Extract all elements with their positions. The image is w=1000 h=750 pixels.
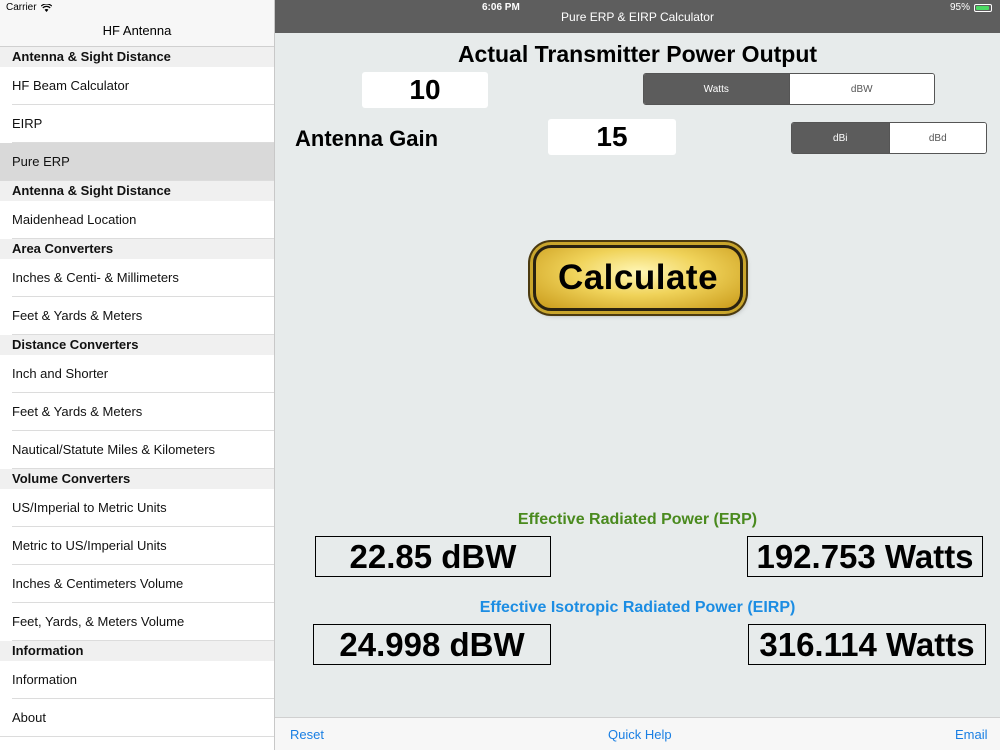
antenna-gain-label: Antenna Gain [295,126,439,151]
bottom-toolbar: Reset Quick Help Email [275,717,1000,750]
email-button[interactable]: Email [955,727,988,742]
eirp-watts-value: 316.114 Watts [748,624,986,665]
battery-indicator: 95% [950,2,992,13]
unit-watts-button[interactable]: Watts [644,74,789,104]
section-header-volume-converters: Volume Converters [0,469,274,489]
power-input[interactable] [362,72,488,108]
sidebar-item-inches-cm-volume[interactable]: Inches & Centimeters Volume [0,565,274,603]
antenna-gain-input[interactable] [548,119,676,155]
sidebar-item-hf-beam-calculator[interactable]: HF Beam Calculator [0,67,274,105]
calculate-label: Calculate [557,258,719,297]
wifi-icon [40,3,52,12]
calculate-button[interactable]: Calculate [533,245,743,311]
sidebar-item-information[interactable]: Information [0,661,274,699]
sidebar-item-nautical-miles[interactable]: Nautical/Statute Miles & Kilometers [0,431,274,469]
sidebar-item-area-inches[interactable]: Inches & Centi- & Millimeters [0,259,274,297]
eirp-title: Effective Isotropic Radiated Power (EIRP… [479,599,796,616]
sidebar-item-metric-to-us[interactable]: Metric to US/Imperial Units [0,527,274,565]
erp-dbw-value: 22.85 dBW [315,536,551,577]
status-time: 6:06 PM [482,2,520,13]
sidebar-title: HF Antenna [102,23,172,38]
battery-icon [974,3,992,12]
erp-title: Effective Radiated Power (ERP) [517,511,758,528]
sidebar-item-distance-feet[interactable]: Feet & Yards & Meters [0,393,274,431]
erp-watts-value: 192.753 Watts [747,536,983,577]
sidebar-item-eirp[interactable]: EIRP [0,105,274,143]
sidebar-item-feet-yards-meters-volume[interactable]: Feet, Yards, & Meters Volume [0,603,274,641]
sidebar-item-us-to-metric[interactable]: US/Imperial to Metric Units [0,489,274,527]
unit-dbi-button[interactable]: dBi [792,123,889,153]
section-header-distance-converters: Distance Converters [0,335,274,355]
sidebar-item-inch-and-shorter[interactable]: Inch and Shorter [0,355,274,393]
sidebar-item-maidenhead-location[interactable]: Maidenhead Location [0,201,274,239]
section-header-area-converters: Area Converters [0,239,274,259]
section-header-antenna-sight: Antenna & Sight Distance [0,181,274,201]
calculator-panel: Actual Transmitter Power Output Watts dB… [275,33,1000,717]
power-unit-selector: Watts dBW [643,73,935,105]
unit-dbd-button[interactable]: dBd [888,123,986,153]
power-output-title: Actual Transmitter Power Output [457,41,818,67]
sidebar: HF Antenna Antenna & Sight Distance HF B… [0,0,275,750]
carrier-indicator: Carrier [6,2,52,13]
quick-help-button[interactable]: Quick Help [608,727,672,742]
sidebar-item-pure-erp[interactable]: Pure ERP [0,143,274,181]
sidebar-item-area-feet[interactable]: Feet & Yards & Meters [0,297,274,335]
section-header-antenna: Antenna & Sight Distance [0,47,274,67]
status-bar: Carrier 6:06 PM 95% [0,0,1000,16]
sidebar-item-about[interactable]: About [0,699,274,737]
unit-dbw-button[interactable]: dBW [788,74,934,104]
carrier-label: Carrier [6,2,37,13]
battery-percent: 95% [949,2,970,13]
eirp-dbw-value: 24.998 dBW [313,624,551,665]
gain-unit-selector: dBi dBd [791,122,987,154]
section-header-information: Information [0,641,274,661]
reset-button[interactable]: Reset [290,727,324,742]
